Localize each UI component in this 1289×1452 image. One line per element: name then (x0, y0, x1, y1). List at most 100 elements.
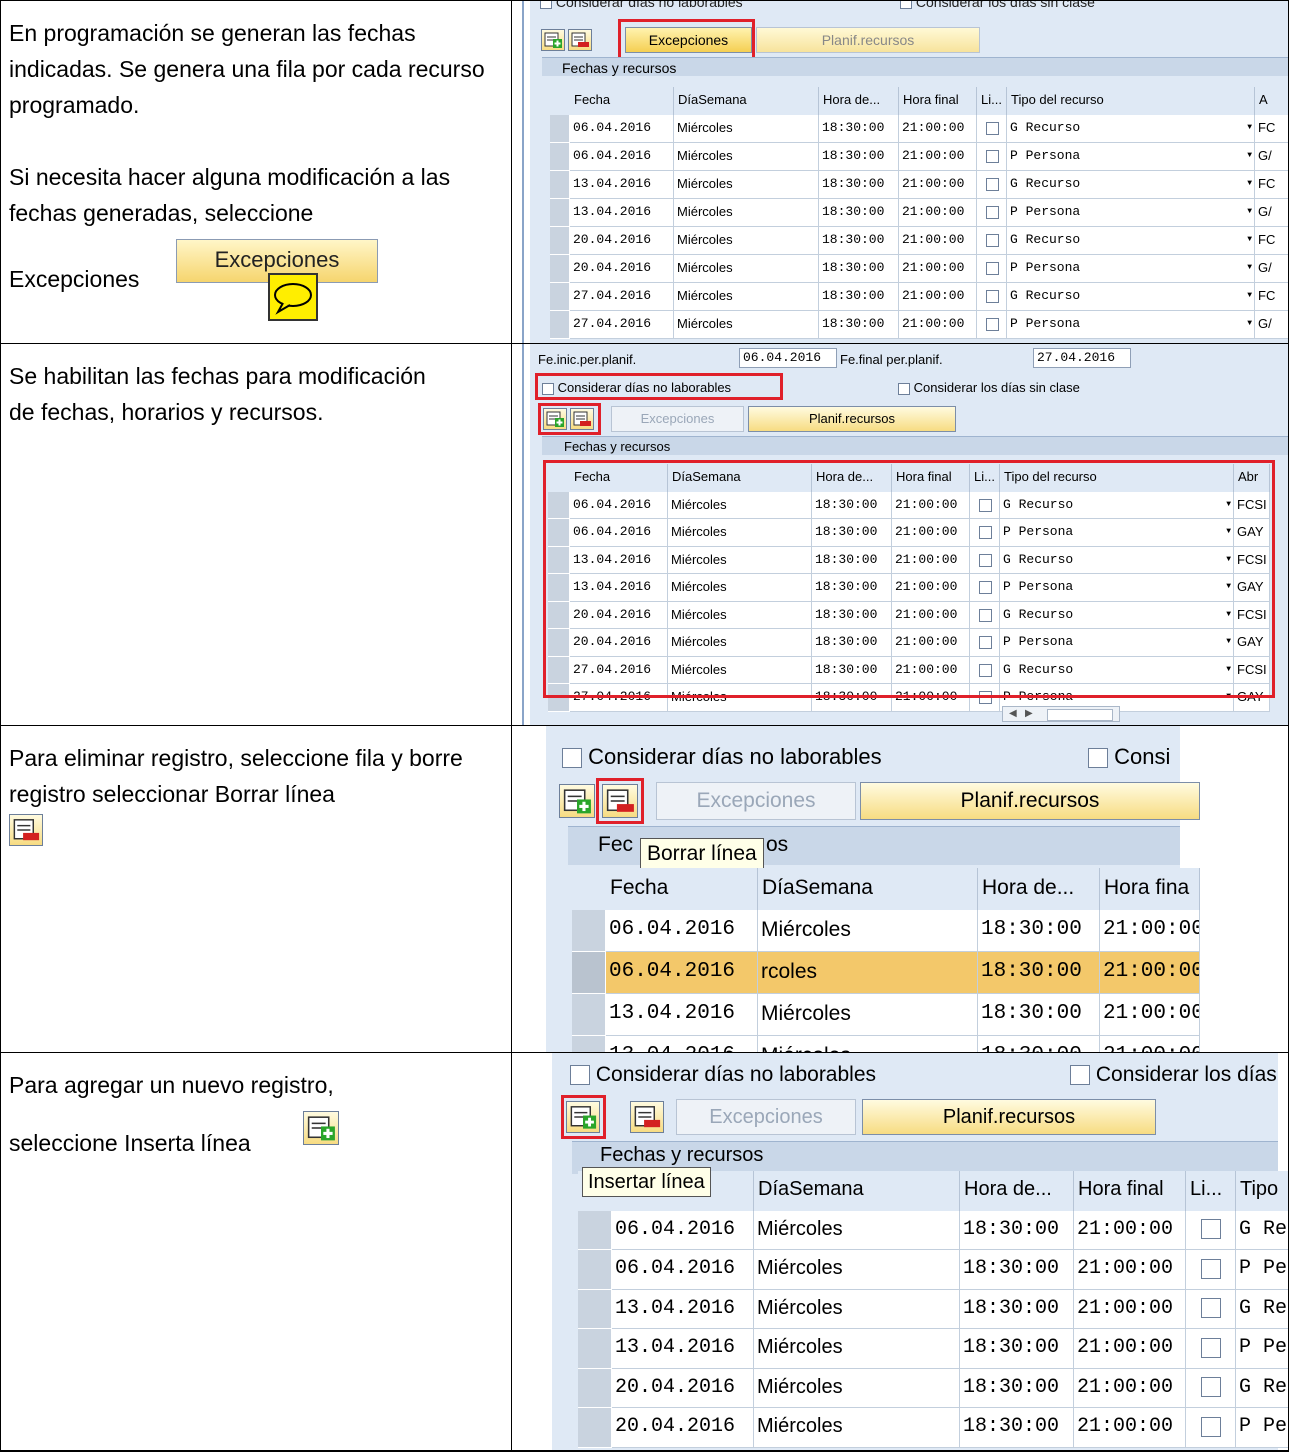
end-date-field[interactable]: 27.04.2016 (1033, 348, 1131, 368)
checkbox[interactable] (570, 1065, 590, 1086)
cell-hora-inicio[interactable]: 18:30:00 (819, 283, 899, 311)
dropdown-arrow-icon[interactable]: ▼ (1247, 143, 1252, 169)
cell-hora-final[interactable]: 21:00:00 (1074, 1289, 1186, 1329)
dropdown-arrow-icon[interactable]: ▼ (1247, 283, 1252, 309)
scroll-thumb[interactable] (1047, 709, 1113, 721)
column-header[interactable]: Hora fina (1100, 868, 1200, 910)
cell-fecha[interactable]: 13.04.2016 (570, 199, 674, 227)
cell-hora-inicio[interactable]: 18:30:00 (960, 1368, 1074, 1408)
column-header[interactable]: Hora final (1074, 1171, 1186, 1211)
cell-hora-inicio[interactable]: 18:30:00 (978, 1036, 1100, 1052)
cell-tipo-recurso[interactable]: P Persona ▼ (1007, 255, 1255, 283)
checkbox[interactable] (986, 178, 999, 192)
row-selector[interactable] (572, 952, 606, 994)
cell-li[interactable] (977, 199, 1007, 227)
cell-hora-final[interactable]: 21:00:00 (1074, 1368, 1186, 1408)
cell-li[interactable] (977, 171, 1007, 199)
cell-hora-inicio[interactable]: 18:30:00 (978, 952, 1100, 994)
checkbox[interactable] (986, 150, 999, 164)
row-selector[interactable] (578, 1329, 612, 1369)
checkbox[interactable] (898, 382, 910, 395)
cell-li[interactable] (977, 255, 1007, 283)
cell-hora-inicio[interactable]: 18:30:00 (819, 311, 899, 339)
cell-fecha[interactable]: 13.04.2016 (612, 1329, 754, 1369)
column-header[interactable]: DíaSemana (758, 868, 978, 910)
column-header[interactable]: Fecha (570, 87, 674, 115)
checkbox[interactable] (540, 1, 552, 10)
checkbox[interactable] (986, 318, 999, 332)
cell-hora-inicio[interactable]: 18:30:00 (819, 255, 899, 283)
cell-tipo-recurso[interactable]: G Re (1236, 1368, 1288, 1408)
dropdown-arrow-icon[interactable]: ▼ (1247, 255, 1252, 281)
cell-tipo-recurso[interactable]: P Persona ▼ (1007, 199, 1255, 227)
cell-hora-inicio[interactable]: 18:30:00 (819, 199, 899, 227)
cell-fecha[interactable]: 13.04.2016 (612, 1289, 754, 1329)
cell-hora-final[interactable]: 21:00:00 (1100, 1036, 1200, 1052)
cell-tipo-recurso[interactable]: P Persona ▼ (1007, 311, 1255, 339)
horizontal-scrollbar[interactable]: ◀ ▶ (1002, 706, 1120, 722)
cell-hora-final[interactable]: 21:00:00 (899, 227, 977, 255)
delete-row-button[interactable] (568, 29, 592, 51)
cell-hora-final[interactable]: 21:00:00 (899, 199, 977, 227)
row-selector[interactable] (550, 255, 570, 283)
cell-hora-final[interactable]: 21:00:00 (899, 255, 977, 283)
dropdown-arrow-icon[interactable]: ▼ (1247, 171, 1252, 197)
cell-hora-final[interactable]: 21:00:00 (1100, 994, 1200, 1036)
column-header[interactable]: DíaSemana (674, 87, 819, 115)
checkbox[interactable] (1201, 1416, 1221, 1437)
cell-hora-inicio[interactable]: 18:30:00 (960, 1250, 1074, 1290)
column-header[interactable]: Tipo del recurso (1007, 87, 1255, 115)
cell-li[interactable] (1186, 1210, 1236, 1250)
column-header[interactable]: DíaSemana (754, 1171, 960, 1211)
start-date-field[interactable]: 06.04.2016 (739, 348, 837, 368)
dropdown-arrow-icon[interactable]: ▼ (1247, 199, 1252, 225)
cell-hora-final[interactable]: 21:00:00 (1074, 1210, 1186, 1250)
checkbox[interactable] (1201, 1219, 1221, 1240)
cell-hora-final[interactable]: 21:00:00 (899, 143, 977, 171)
scroll-right-icon[interactable]: ▶ (1025, 707, 1033, 721)
cell-hora-final[interactable]: 21:00:00 (1074, 1329, 1186, 1369)
cell-li[interactable] (977, 311, 1007, 339)
cell-hora-inicio[interactable]: 18:30:00 (819, 143, 899, 171)
checkbox[interactable] (1201, 1337, 1221, 1358)
row-selector[interactable] (578, 1210, 612, 1250)
resources-button[interactable]: Planif.recursos (756, 27, 980, 53)
cell-fecha[interactable]: 20.04.2016 (612, 1368, 754, 1408)
column-header[interactable]: Tipo (1236, 1171, 1288, 1211)
insert-row-button[interactable] (541, 29, 565, 51)
resources-button[interactable]: Planif.recursos (862, 1099, 1156, 1135)
cell-fecha[interactable]: 27.04.2016 (570, 311, 674, 339)
row-selector[interactable] (550, 199, 570, 227)
row-selector[interactable] (550, 227, 570, 255)
column-header[interactable]: Fecha (606, 868, 758, 910)
scroll-left-icon[interactable]: ◀ (1009, 707, 1017, 721)
cell-hora-inicio[interactable]: 18:30:00 (960, 1329, 1074, 1369)
cell-tipo-recurso[interactable]: P Pe (1236, 1408, 1288, 1448)
cell-tipo-recurso[interactable]: G Re (1236, 1210, 1288, 1250)
checkbox[interactable] (1201, 1298, 1221, 1319)
exceptions-button[interactable]: Excepciones (676, 1099, 856, 1135)
column-header[interactable]: Hora de... (819, 87, 899, 115)
cell-hora-final[interactable]: 21:00:00 (899, 115, 977, 143)
column-header[interactable]: Li... (977, 87, 1007, 115)
cell-hora-inicio[interactable]: 18:30:00 (978, 994, 1100, 1036)
row-selector[interactable] (550, 311, 570, 339)
checkbox[interactable] (986, 234, 999, 248)
cell-tipo-recurso[interactable]: P Pe (1236, 1329, 1288, 1369)
row-selector[interactable] (578, 1289, 612, 1329)
row-selector[interactable] (550, 283, 570, 311)
cell-hora-inicio[interactable]: 18:30:00 (819, 227, 899, 255)
dropdown-arrow-icon[interactable]: ▼ (1247, 227, 1252, 253)
cell-li[interactable] (1186, 1408, 1236, 1448)
row-selector[interactable] (572, 1036, 606, 1052)
insert-row-button[interactable] (559, 784, 595, 818)
cell-hora-final[interactable]: 21:00:00 (899, 283, 977, 311)
cell-tipo-recurso[interactable]: G Recurso ▼ (1007, 115, 1255, 143)
checkbox[interactable] (986, 290, 999, 304)
cell-hora-final[interactable]: 21:00:00 (899, 171, 977, 199)
row-selector[interactable] (578, 1408, 612, 1448)
cell-hora-final[interactable]: 21:00:00 (1074, 1250, 1186, 1290)
cell-tipo-recurso[interactable]: G Recurso ▼ (1007, 171, 1255, 199)
row-selector[interactable] (550, 143, 570, 171)
cell-li[interactable] (977, 283, 1007, 311)
